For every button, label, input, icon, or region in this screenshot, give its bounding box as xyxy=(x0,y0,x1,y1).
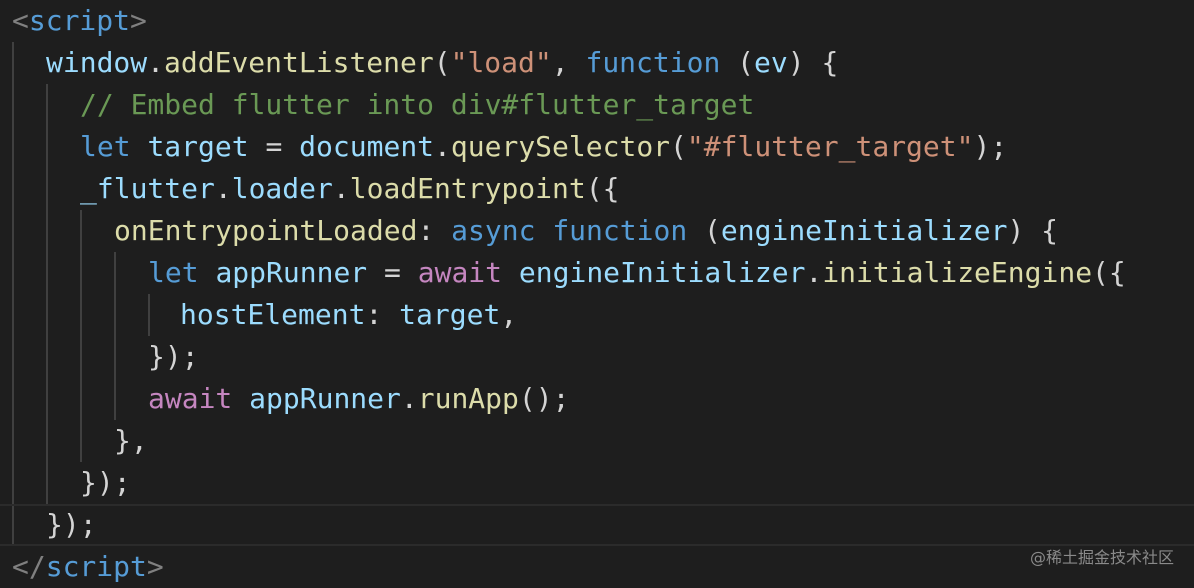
token-close: }); xyxy=(80,466,131,499)
code-line-11[interactable]: }, xyxy=(0,420,1194,462)
code-line-9[interactable]: }); xyxy=(0,336,1194,378)
token-await: await xyxy=(417,256,503,289)
token-flutter: _flutter xyxy=(80,172,215,205)
code-line-2[interactable]: window.addEventListener("load", function… xyxy=(0,42,1194,84)
token-comma: , xyxy=(500,298,518,331)
token-loadEntrypoint: loadEntrypoint xyxy=(349,172,586,205)
token-dot: . xyxy=(434,130,451,163)
code-line-1[interactable]: <script> xyxy=(0,0,1194,42)
token-string-selector: "#flutter_target" xyxy=(686,130,974,163)
token-comma: , xyxy=(551,46,586,79)
code-line-6[interactable]: onEntrypointLoaded: async function (engi… xyxy=(0,210,1194,252)
token-paren: ( xyxy=(670,130,687,163)
token-engineInitializer: engineInitializer xyxy=(518,256,806,289)
token-paren: ( xyxy=(687,214,721,247)
token-equals: = xyxy=(248,130,300,163)
code-line-10[interactable]: await appRunner.runApp(); xyxy=(0,378,1194,420)
token-call: (); xyxy=(518,382,570,415)
token-paren-close: ); xyxy=(973,130,1008,163)
code-line-12[interactable]: }); xyxy=(0,462,1194,504)
code-line-13-current[interactable]: }); xyxy=(0,504,1194,546)
token-close: }); xyxy=(148,340,199,373)
token-paren: ( xyxy=(720,46,755,79)
token-window: window xyxy=(46,46,148,79)
token-engineInitializer: engineInitializer xyxy=(720,214,1008,247)
token-querySelector: querySelector xyxy=(450,130,671,163)
tag-name: script xyxy=(28,4,131,37)
token-brace: ) { xyxy=(1007,214,1059,247)
token-paren-brace: ({ xyxy=(585,172,620,205)
code-line-3[interactable]: // Embed flutter into div#flutter_target xyxy=(0,84,1194,126)
code-line-7[interactable]: let appRunner = await engineInitializer.… xyxy=(0,252,1194,294)
token-ev: ev xyxy=(754,46,788,79)
tag-open-bracket: < xyxy=(12,4,29,37)
code-line-5[interactable]: _flutter.loader.loadEntrypoint({ xyxy=(0,168,1194,210)
token-dot: . xyxy=(332,172,350,205)
token-dot: . xyxy=(147,46,165,79)
code-line-8[interactable]: hostElement: target, xyxy=(0,294,1194,336)
token-brace: ) { xyxy=(787,46,839,79)
token-runApp: runApp xyxy=(417,382,519,415)
token-string-load: "load" xyxy=(450,46,552,79)
token-close: }, xyxy=(114,424,148,457)
tag-name: script xyxy=(45,550,147,583)
token-dot: . xyxy=(400,382,418,415)
token-await: await xyxy=(148,382,233,415)
token-colon: : xyxy=(365,298,400,331)
token-loader: loader xyxy=(231,172,333,205)
token-close: }); xyxy=(46,508,97,541)
code-line-14[interactable]: </script> xyxy=(0,546,1194,588)
token-hostElement: hostElement xyxy=(180,298,366,331)
tag-open-bracket: </ xyxy=(12,550,46,583)
token-onEntrypointLoaded: onEntrypointLoaded xyxy=(114,214,418,247)
token-comment: // Embed flutter into div#flutter_target xyxy=(80,88,755,121)
token-dot: . xyxy=(214,172,232,205)
token-target: target xyxy=(399,298,501,331)
token-appRunner: appRunner xyxy=(249,382,401,415)
token-paren: ( xyxy=(433,46,451,79)
token-addEventListener: addEventListener xyxy=(164,46,434,79)
token-let: let xyxy=(148,256,199,289)
token-function: function xyxy=(585,46,721,79)
watermark-text: @稀土掘金技术社区 xyxy=(1029,548,1174,567)
token-equals: = xyxy=(367,256,418,289)
token-let: let xyxy=(80,130,131,163)
token-target: target xyxy=(147,130,249,163)
token-paren-brace: ({ xyxy=(1092,256,1126,289)
tag-close-bracket: > xyxy=(130,4,147,37)
token-appRunner: appRunner xyxy=(215,256,368,289)
token-initializeEngine: initializeEngine xyxy=(822,256,1093,289)
token-function: function xyxy=(552,214,688,247)
token-colon: : xyxy=(417,214,452,247)
code-editor[interactable]: <script> window.addEventListener("load",… xyxy=(0,0,1194,588)
token-async: async xyxy=(451,214,536,247)
token-document: document xyxy=(299,130,435,163)
code-line-4[interactable]: let target = document.querySelector("#fl… xyxy=(0,126,1194,168)
tag-close-bracket: > xyxy=(146,550,164,583)
token-dot: . xyxy=(805,256,823,289)
